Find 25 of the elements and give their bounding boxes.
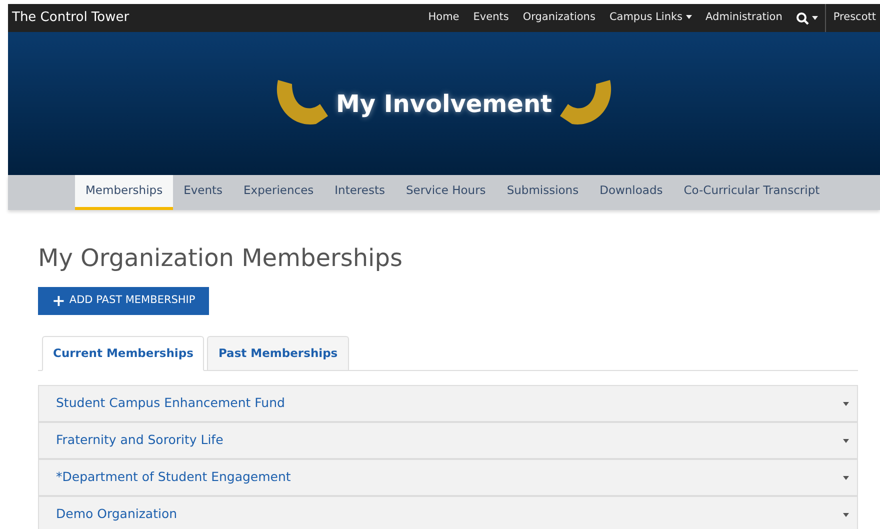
section-tab[interactable]: Memberships [75, 175, 174, 210]
membership-row[interactable]: Student Campus Enhancement Fund [38, 385, 858, 422]
tab[interactable]: Current Memberships [42, 336, 204, 372]
membership-row[interactable]: Demo Organization [38, 496, 858, 529]
membership-row[interactable]: *Department of Student Engagement [38, 459, 858, 496]
section-tab[interactable]: Interests [324, 175, 396, 210]
nav-link[interactable]: Organizations [516, 10, 602, 26]
add-past-membership-button[interactable]: + ADD PAST MEMBERSHIP [38, 286, 210, 315]
banner-title: My Involvement [336, 88, 552, 120]
nav-link[interactable]: Campus Links [602, 10, 699, 26]
page-heading: My Organization Memberships [38, 244, 404, 273]
nav-link[interactable]: Home [421, 10, 466, 26]
section-tab[interactable]: Submissions [496, 175, 590, 210]
section-tab[interactable]: Downloads [589, 175, 674, 210]
search-icon [796, 12, 810, 24]
nav-link[interactable]: Administration [698, 10, 790, 26]
tab[interactable]: Past Memberships [207, 336, 349, 372]
site-title[interactable]: The Control Tower [8, 8, 130, 28]
membership-row[interactable]: Fraternity and Sorority Life [38, 422, 858, 460]
section-tab[interactable]: Events [173, 175, 234, 210]
nav-link[interactable]: Events [466, 10, 516, 26]
section-tab[interactable]: Service Hours [395, 175, 496, 210]
section-tab[interactable]: Experiences [233, 175, 324, 210]
section-tab[interactable]: Co-Curricular Transcript [673, 175, 830, 210]
plus-icon: + [52, 292, 66, 309]
